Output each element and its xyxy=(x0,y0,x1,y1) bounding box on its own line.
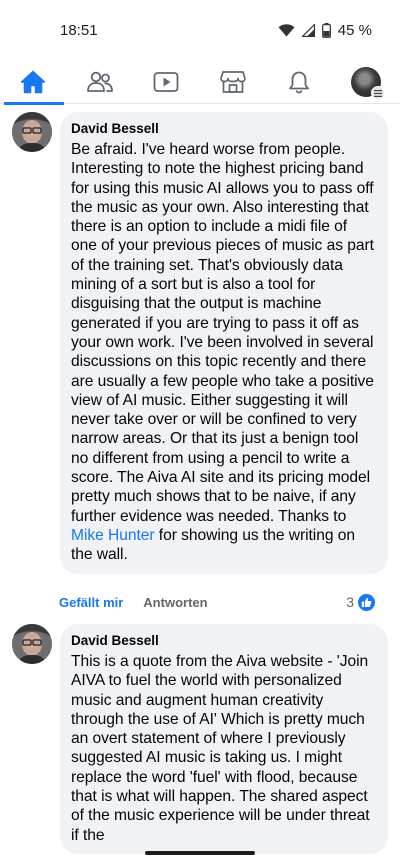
tab-friends[interactable] xyxy=(69,60,131,104)
reaction-summary[interactable]: 3 xyxy=(346,593,375,611)
battery-icon xyxy=(321,22,331,38)
home-indicator[interactable] xyxy=(145,851,255,855)
comment-bubble: David Bessell Be afraid. I've heard wors… xyxy=(60,112,388,574)
status-icons: 45 % xyxy=(278,22,372,39)
comment-bubble: David Bessell This is a quote from the A… xyxy=(60,624,388,854)
tab-marketplace[interactable] xyxy=(202,60,264,104)
thumbs-up-icon xyxy=(358,593,375,611)
comment-author[interactable]: David Bessell xyxy=(71,632,376,650)
signal-icon xyxy=(301,23,315,37)
comment-actions: Gefällt mir Antworten 3 xyxy=(59,592,375,612)
status-bar: 18:51 45 % xyxy=(0,0,400,60)
battery-percent: 45 % xyxy=(337,21,372,39)
tab-home[interactable] xyxy=(2,60,64,105)
top-navigation xyxy=(0,60,400,105)
like-button[interactable]: Gefällt mir xyxy=(59,595,123,610)
marketplace-icon xyxy=(220,71,246,93)
comment-text-part: Be afraid. I've heard worse from people.… xyxy=(71,141,374,525)
bell-icon xyxy=(289,71,309,94)
tab-video[interactable] xyxy=(135,60,197,104)
video-icon xyxy=(153,72,179,92)
comment-text: This is a quote from the Aiva website - … xyxy=(71,653,370,844)
mention-link[interactable]: Mike Hunter xyxy=(71,527,155,544)
reaction-count: 3 xyxy=(346,594,354,610)
friends-icon xyxy=(87,71,113,92)
tab-notifications[interactable] xyxy=(268,60,330,104)
home-icon xyxy=(20,70,46,94)
wifi-icon xyxy=(278,23,295,36)
status-time: 18:51 xyxy=(60,21,98,39)
avatar[interactable] xyxy=(12,112,52,152)
tab-profile-menu[interactable] xyxy=(335,60,397,104)
comment-author[interactable]: David Bessell xyxy=(71,120,376,138)
comment-text: Be afraid. I've heard worse from people.… xyxy=(71,140,376,565)
avatar[interactable] xyxy=(12,624,52,664)
reply-button[interactable]: Antworten xyxy=(143,595,207,610)
menu-icon xyxy=(371,86,385,100)
profile-avatar xyxy=(351,67,385,100)
